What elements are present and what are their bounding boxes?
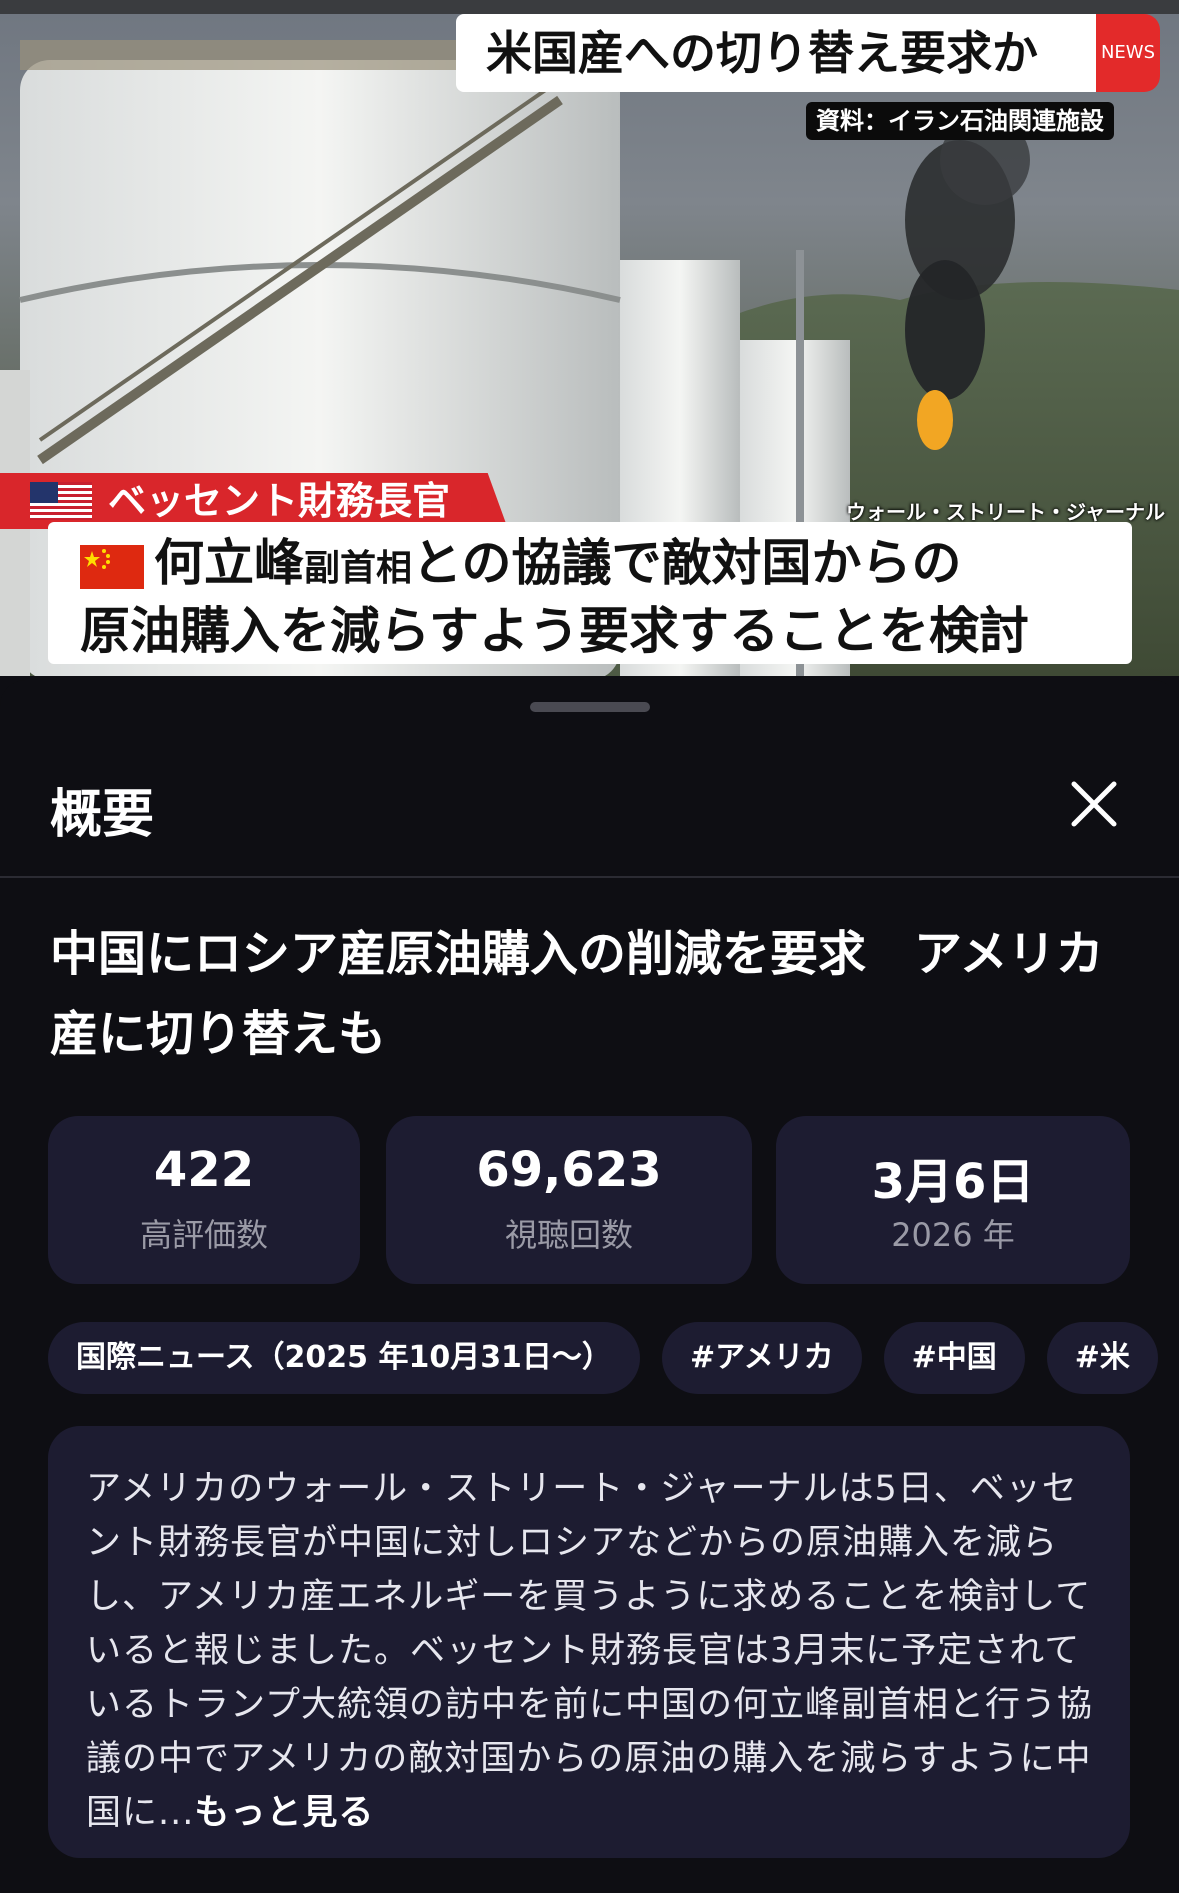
views-label: 視聴回数	[504, 1216, 633, 1254]
description-body: アメリカのウォール・ストリート・ジャーナルは5日、ベッセント財務長官が中国に対し…	[86, 1469, 1093, 1833]
news-caption: 何立峰副首相との協議で敵対国からの 原油購入を減らすよう要求することを検討	[48, 522, 1132, 664]
likes-stat: 422 高評価数	[48, 1116, 360, 1284]
upload-year: 2026 年	[891, 1216, 1015, 1254]
views-count: 69,623	[476, 1142, 662, 1198]
drag-handle[interactable]	[530, 702, 650, 712]
hashtag-chips: 国際ニュース（2025 年10月31日〜） #アメリカ #中国 #米	[48, 1322, 1179, 1394]
caption-line1: との協議で敵対国からの	[412, 534, 962, 592]
show-more-link[interactable]: もっと見る	[194, 1793, 374, 1833]
caption-role: 副首相	[304, 548, 413, 589]
chip-playlist[interactable]: 国際ニュース（2025 年10月31日〜）	[48, 1322, 640, 1394]
us-flag-icon	[30, 482, 92, 520]
chip-america[interactable]: #アメリカ	[661, 1322, 862, 1394]
video-player[interactable]: 米国産への切り替え要求か NEWS 資料：イラン石油関連施設 ベッセント財務長官…	[0, 0, 1179, 676]
sheet-title: 概要	[50, 785, 155, 845]
china-flag-icon	[80, 544, 144, 589]
status-strip	[0, 0, 1179, 14]
speaker-tag: ベッセント財務長官	[0, 473, 508, 529]
news-headline: 米国産への切り替え要求か	[456, 14, 1096, 92]
description-text: アメリカのウォール・ストリート・ジャーナルは5日、ベッセント財務長官が中国に対し…	[86, 1462, 1100, 1840]
likes-label: 高評価数	[139, 1216, 268, 1254]
source-label: 資料：イラン石油関連施設	[806, 102, 1114, 140]
video-title: 中国にロシア産原油購入の削減を要求 アメリカ産に切り替えも	[50, 926, 1104, 1062]
close-icon[interactable]	[1066, 776, 1122, 832]
date-stat: 3月6日 2026 年	[776, 1116, 1130, 1284]
divider	[0, 876, 1179, 878]
chip-china[interactable]: #中国	[883, 1322, 1025, 1394]
credit-label: ウォール・ストリート・ジャーナル	[846, 500, 1165, 524]
upload-date: 3月6日	[871, 1154, 1035, 1210]
views-stat: 69,623 視聴回数	[386, 1116, 752, 1284]
likes-count: 422	[153, 1142, 255, 1198]
caption-person: 何立峰	[154, 534, 304, 592]
description-card[interactable]: アメリカのウォール・ストリート・ジャーナルは5日、ベッセント財務長官が中国に対し…	[48, 1426, 1130, 1858]
speaker-name: ベッセント財務長官	[108, 479, 451, 523]
news-logo: NEWS	[1096, 14, 1160, 92]
caption-line2: 原油購入を減らすよう要求することを検討	[80, 602, 1029, 660]
chip-us[interactable]: #米	[1046, 1322, 1158, 1394]
description-sheet: 概要 中国にロシア産原油購入の削減を要求 アメリカ産に切り替えも 422 高評価…	[0, 680, 1179, 1893]
